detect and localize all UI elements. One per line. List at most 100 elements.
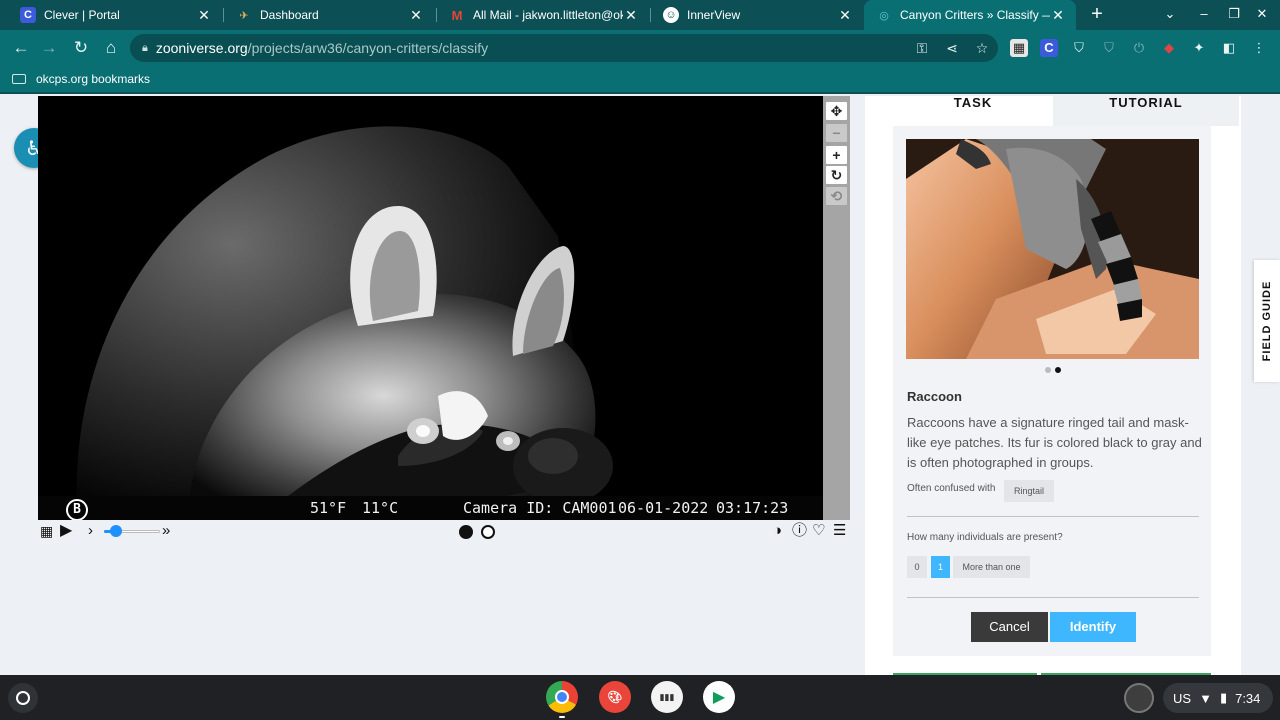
launcher-button[interactable]: [8, 683, 38, 713]
photo-pager-dot-2[interactable]: [1055, 367, 1061, 373]
close-icon[interactable]: ✕: [408, 7, 424, 24]
identify-button[interactable]: Identify: [1050, 612, 1136, 642]
close-icon[interactable]: ✕: [623, 7, 639, 24]
viewer-toolbar: ✥ − + ↻ ⟲: [823, 96, 850, 520]
subject-image-viewer[interactable]: B 51°F 11°C Camera ID: CAM001 06-01-2022…: [38, 96, 823, 520]
tab-all-mail[interactable]: M All Mail - jakwon.littleton@okc ✕: [437, 0, 649, 30]
key-icon[interactable]: ⚿: [912, 38, 932, 58]
camera-id: Camera ID: CAM001: [463, 499, 617, 517]
raccoon-night-photo: [38, 96, 823, 520]
dashboard-favicon-icon: ✈: [239, 9, 249, 22]
zooniverse-favicon-icon: ◎: [879, 9, 889, 22]
field-guide-button[interactable]: FIELD GUIDE: [1254, 260, 1280, 382]
new-tab-button[interactable]: +: [1086, 3, 1108, 25]
tab-title: InnerView: [687, 8, 741, 22]
lock-icon: 🔒︎: [142, 41, 148, 54]
close-icon[interactable]: ✕: [196, 7, 212, 24]
status-tray[interactable]: US ▼ ▮ 7:34: [1163, 683, 1273, 713]
user-avatar[interactable]: [1124, 683, 1154, 713]
temperature-celsius: 11°C: [362, 499, 399, 517]
puzzle-extensions-icon[interactable]: ✦: [1190, 39, 1208, 57]
home-button[interactable]: ⌂: [100, 37, 122, 59]
extension-grid-icon[interactable]: ▦: [1010, 39, 1028, 57]
frame-dot-1[interactable]: [459, 525, 473, 539]
capture-time: 03:17:23: [716, 499, 789, 517]
answer-one-button[interactable]: 1: [931, 556, 950, 578]
red-extension-icon[interactable]: ◆: [1160, 39, 1178, 57]
slower-icon[interactable]: ›: [88, 522, 93, 540]
cancel-button[interactable]: Cancel: [971, 612, 1048, 642]
folder-icon: [12, 74, 26, 84]
clever-extension-icon[interactable]: C: [1040, 39, 1058, 57]
zoom-in-icon[interactable]: +: [826, 146, 847, 164]
restore-button[interactable]: ❐: [1222, 3, 1246, 25]
answer-zero-button[interactable]: 0: [907, 556, 927, 578]
gmail-favicon-icon: M: [451, 7, 463, 23]
tab-title: Canyon Critters » Classify — Z: [900, 8, 1050, 22]
reload-button[interactable]: ↻: [70, 37, 92, 59]
rotate-icon[interactable]: ↻: [826, 166, 847, 184]
viewer-controls: ▦ ▶ › » ◑ ⓘ ♡ ☰: [38, 520, 850, 542]
chrome-app-icon[interactable]: [546, 681, 578, 713]
shield-outline-extension-icon[interactable]: ⛉: [1100, 39, 1118, 57]
power-extension-icon[interactable]: ⏻: [1130, 39, 1148, 57]
mcgraw-app-icon[interactable]: ▮▮▮: [651, 681, 683, 713]
tab-canyon-critters[interactable]: ◎ Canyon Critters » Classify — Z ✕: [864, 0, 1076, 30]
zoom-out-icon[interactable]: −: [826, 124, 847, 142]
address-bar[interactable]: 🔒︎ zooniverse.org /projects/arw36/canyon…: [130, 34, 998, 62]
capture-date: 06-01-2022: [618, 499, 709, 517]
faster-icon[interactable]: »: [162, 522, 170, 540]
url-path: /projects/arw36/canyon-critters/classify: [247, 40, 489, 56]
camera-brand-logo: B: [66, 499, 88, 520]
share-icon[interactable]: ⋖: [942, 38, 962, 58]
window-close-button[interactable]: ✕: [1250, 3, 1274, 25]
species-name: Raccoon: [907, 389, 962, 404]
species-example-photo[interactable]: [906, 139, 1199, 359]
side-panel-icon[interactable]: ◧: [1220, 39, 1238, 57]
tab-innerview[interactable]: ☺ InnerView ✕: [651, 0, 863, 30]
playback-speed-knob[interactable]: [110, 525, 122, 537]
move-icon[interactable]: ✥: [826, 102, 847, 120]
tab-tutorial[interactable]: TUTORIAL: [1053, 96, 1239, 126]
tab-search-chevron-icon[interactable]: ⌄: [1158, 3, 1182, 25]
field-guide-label: FIELD GUIDE: [1261, 280, 1273, 362]
page-content: ♿︎ B 51°F 11°C Camera ID: CAM001 06-01-2…: [0, 96, 1280, 675]
camera-info-bar: B 51°F 11°C Camera ID: CAM001 06-01-2022…: [38, 496, 823, 520]
confused-with-ringtail-button[interactable]: Ringtail: [1004, 480, 1055, 502]
photo-pager-dot-1[interactable]: [1045, 367, 1051, 373]
browser-tab-strip: C Clever | Portal ✕ ✈ Dashboard ✕ M All …: [0, 0, 1280, 30]
divider: [907, 516, 1199, 517]
tab-clever-portal[interactable]: C Clever | Portal ✕: [8, 0, 222, 30]
tab-dashboard[interactable]: ✈ Dashboard ✕: [224, 0, 434, 30]
clock: 7:34: [1235, 690, 1261, 706]
favorite-heart-icon[interactable]: ♡: [812, 522, 825, 540]
clever-favicon-icon: C: [20, 7, 36, 23]
menu-kebab-icon[interactable]: ⋮: [1250, 39, 1268, 57]
tab-title: All Mail - jakwon.littleton@okc: [473, 8, 623, 22]
url-host: zooniverse.org: [155, 40, 248, 56]
answer-more-than-one-button[interactable]: More than one: [953, 556, 1030, 578]
collections-list-icon[interactable]: ☰: [833, 522, 846, 540]
minimize-button[interactable]: –: [1192, 3, 1216, 25]
close-icon[interactable]: ✕: [1050, 7, 1066, 24]
info-icon[interactable]: ⓘ: [792, 522, 807, 540]
bookmark-label: okcps.org bookmarks: [36, 72, 151, 86]
grid-view-icon[interactable]: ▦: [40, 522, 53, 540]
close-icon[interactable]: ✕: [837, 7, 853, 24]
divider: [907, 597, 1199, 598]
tab-task[interactable]: TASK: [893, 96, 1053, 126]
bookmark-star-icon[interactable]: ☆: [972, 38, 992, 58]
play-store-app-icon[interactable]: ▶: [703, 681, 735, 713]
contrast-icon[interactable]: ◑: [773, 522, 782, 540]
reset-icon[interactable]: ⟲: [826, 187, 847, 205]
bookmark-folder-okcps[interactable]: okcps.org bookmarks: [12, 72, 150, 86]
forward-button[interactable]: →: [38, 37, 60, 59]
wifi-icon: ▼: [1199, 690, 1212, 706]
shield-extension-icon[interactable]: ⛉: [1070, 39, 1088, 57]
canvas-paint-app-icon[interactable]: 🎨︎: [599, 681, 631, 713]
individuals-question: How many individuals are present?: [907, 532, 1063, 543]
os-shelf: 🎨︎ ▮▮▮ ▶ US ▼ ▮ 7:34: [0, 675, 1280, 720]
back-button[interactable]: ←: [10, 37, 32, 59]
play-icon[interactable]: ▶: [60, 522, 72, 540]
frame-dot-2[interactable]: [481, 525, 495, 539]
